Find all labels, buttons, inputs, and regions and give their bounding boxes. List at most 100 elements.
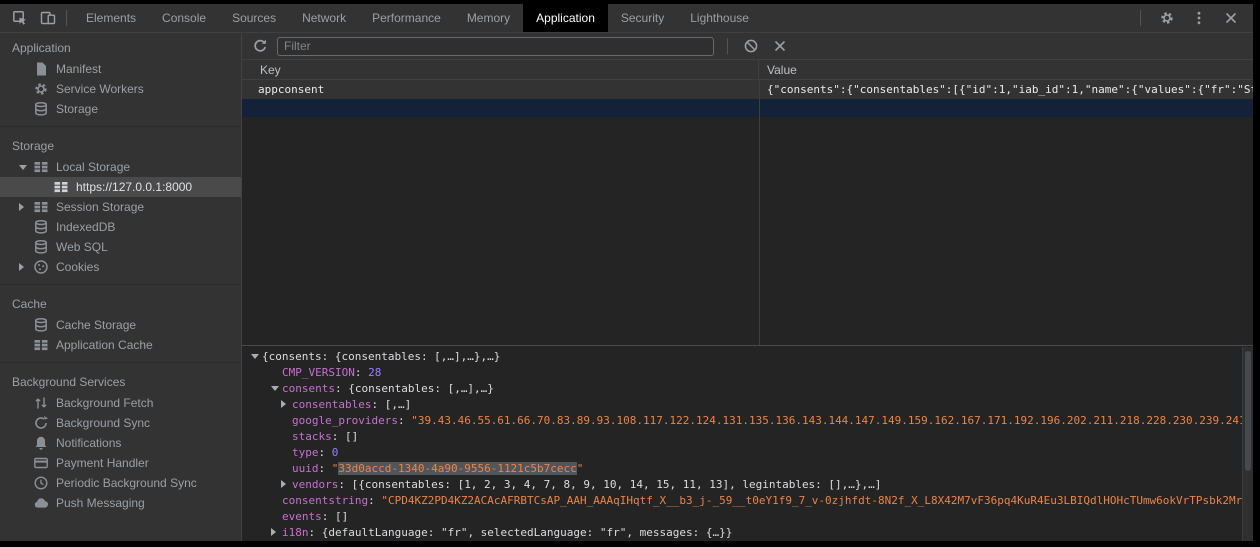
storage-value-cell: {"consents":{"consentables":[{"id":1,"ia… [759, 80, 1253, 99]
preview-line-events[interactable]: events: [] [242, 509, 1253, 525]
expand-arrow-icon[interactable] [281, 477, 292, 493]
collapse-arrow-icon[interactable] [251, 349, 262, 365]
sidebar-item-service-workers[interactable]: Service Workers [0, 79, 241, 99]
sidebar-item-session-storage[interactable]: Session Storage [0, 197, 241, 217]
clear-all-button[interactable] [741, 36, 761, 56]
preview-scrollbar[interactable] [1242, 347, 1253, 541]
selected-empty-row[interactable] [242, 99, 1253, 117]
preview-line-consentstring[interactable]: consentstring: "CPD4KZ2PD4KZ2ACAcAFRBTCs… [242, 493, 1253, 509]
tab-performance[interactable]: Performance [359, 4, 454, 32]
sidebar-item-label: Payment Handler [56, 456, 149, 470]
token-name: consentables [292, 398, 371, 411]
sidebar-item-payment-handler[interactable]: Payment Handler [0, 453, 241, 473]
sync-icon [33, 415, 49, 431]
expand-arrow-icon[interactable] [16, 203, 33, 211]
sidebar-item-label: Cookies [56, 260, 99, 274]
sidebar-item-label: Application Cache [56, 338, 153, 352]
cookie-icon [33, 259, 49, 275]
token-name: google_providers [292, 414, 398, 427]
sidebar-item-notifications[interactable]: Notifications [0, 433, 241, 453]
sidebar-item-background-sync[interactable]: Background Sync [0, 413, 241, 433]
sidebar-item-background-fetch[interactable]: Background Fetch [0, 393, 241, 413]
storage-item-preview: {consents: {consentables: [,…],…},…}CMP_… [242, 345, 1253, 541]
preview-line-vendors[interactable]: vendors: [{consentables: [1, 2, 3, 4, 7,… [242, 477, 1253, 493]
expand-arrow-icon[interactable] [271, 525, 282, 541]
preview-line-i18n[interactable]: i18n: {defaultLanguage: "fr", selectedLa… [242, 525, 1253, 541]
token-str: "CPD4KZ2PD4KZ2ACAcAFRBTCsAP_AAH_AAAqIHqt… [381, 494, 1253, 507]
token-plain: : [319, 462, 332, 475]
preview-line-consents[interactable]: consents: {consentables: [,…],…} [242, 381, 1253, 397]
expand-arrow-icon[interactable] [16, 263, 33, 271]
toolbar-separator [727, 38, 728, 54]
sidebar-item-cache-storage[interactable]: Cache Storage [0, 315, 241, 335]
token-name: consentstring [282, 494, 368, 507]
cloud-icon [33, 495, 49, 511]
tab-memory[interactable]: Memory [454, 4, 523, 32]
storage-table-body: appconsent{"consents":{"consentables":[{… [242, 80, 1253, 345]
application-sidebar: ApplicationManifestService WorkersStorag… [0, 33, 242, 541]
sidebar-item-label: Cache Storage [56, 318, 136, 332]
tab-elements[interactable]: Elements [73, 4, 149, 32]
sidebar-item-label: Manifest [56, 62, 101, 76]
delete-selected-button[interactable] [770, 36, 790, 56]
close-devtools-button[interactable] [1219, 6, 1243, 30]
preview-line-uuid[interactable]: uuid: "33d0accd-1340-4a90-9556-1121c5b7c… [242, 461, 1253, 477]
token-str: "39.43.46.55.61.66.70.83.89.93.108.117.1… [411, 414, 1252, 427]
refresh-button[interactable] [250, 36, 270, 56]
preview-line-root[interactable]: {consents: {consentables: [,…],…},…} [242, 349, 1253, 365]
storage-key-cell: appconsent [242, 80, 759, 99]
sidebar-item-web-sql[interactable]: Web SQL [0, 237, 241, 257]
card-icon [33, 455, 49, 471]
grid-icon [33, 159, 49, 175]
local-storage-panel: Key Value appconsent{"consents":{"consen… [242, 33, 1253, 541]
more-options-button[interactable] [1187, 6, 1211, 30]
toolbar-right-buttons [741, 36, 790, 56]
preview-scrollbar-thumb[interactable] [1245, 351, 1251, 471]
sidebar-item-indexeddb[interactable]: IndexedDB [0, 217, 241, 237]
filter-input[interactable] [277, 37, 714, 56]
sidebar-item-cookies[interactable]: Cookies [0, 257, 241, 277]
tab-lighthouse[interactable]: Lighthouse [677, 4, 762, 32]
tab-security[interactable]: Security [608, 4, 677, 32]
database-icon [33, 219, 49, 235]
tabbar-left-buttons [0, 6, 60, 30]
collapse-arrow-icon[interactable] [271, 381, 282, 397]
preview-line-stacks[interactable]: stacks: [] [242, 429, 1253, 445]
token-name: consents [282, 382, 335, 395]
preview-line-cmp-version[interactable]: CMP_VERSION: 28 [242, 365, 1253, 381]
tab-console[interactable]: Console [149, 4, 219, 32]
fetch-icon [33, 395, 49, 411]
preview-line-consentables[interactable]: consentables: [,…] [242, 397, 1253, 413]
sidebar-item-push-messaging[interactable]: Push Messaging [0, 493, 241, 513]
sidebar-section-background-services: Background ServicesBackground FetchBackg… [0, 362, 241, 513]
tab-sources[interactable]: Sources [219, 4, 289, 32]
inspect-element-button[interactable] [8, 6, 32, 30]
preview-line-type[interactable]: type: 0 [242, 445, 1253, 461]
token-strhl: 33d0accd-1340-4a90-9556-1121c5b7cecc [338, 462, 576, 475]
token-plain: : [368, 494, 381, 507]
expand-arrow-icon[interactable] [281, 397, 292, 413]
devices-icon [40, 10, 56, 26]
token-name: events [282, 510, 322, 523]
token-name: CMP_VERSION [282, 366, 355, 379]
sidebar-item-local-storage[interactable]: Local Storage [0, 157, 241, 177]
collapse-arrow-icon[interactable] [16, 165, 33, 170]
storage-row-appconsent[interactable]: appconsent{"consents":{"consentables":[{… [242, 80, 1253, 99]
settings-button[interactable] [1155, 6, 1179, 30]
panel-tabs: ElementsConsoleSourcesNetworkPerformance… [73, 4, 762, 32]
database-icon [33, 101, 49, 117]
tab-application[interactable]: Application [523, 4, 608, 32]
preview-line-google-providers[interactable]: google_providers: "39.43.46.55.61.66.70.… [242, 413, 1253, 429]
clock-icon [33, 475, 49, 491]
tab-network[interactable]: Network [289, 4, 359, 32]
sidebar-item-storage[interactable]: Storage [0, 99, 241, 119]
sidebar-item-https-127-0-0-1-8000[interactable]: https://127.0.0.1:8000 [0, 177, 241, 197]
sidebar-item-application-cache[interactable]: Application Cache [0, 335, 241, 355]
sidebar-item-label: Background Fetch [56, 396, 153, 410]
column-divider[interactable] [759, 80, 760, 345]
sidebar-item-periodic-background-sync[interactable]: Periodic Background Sync [0, 473, 241, 493]
close-icon [1223, 10, 1239, 26]
sidebar-item-manifest[interactable]: Manifest [0, 59, 241, 79]
device-toolbar-button[interactable] [36, 6, 60, 30]
sidebar-item-label: Periodic Background Sync [56, 476, 197, 490]
